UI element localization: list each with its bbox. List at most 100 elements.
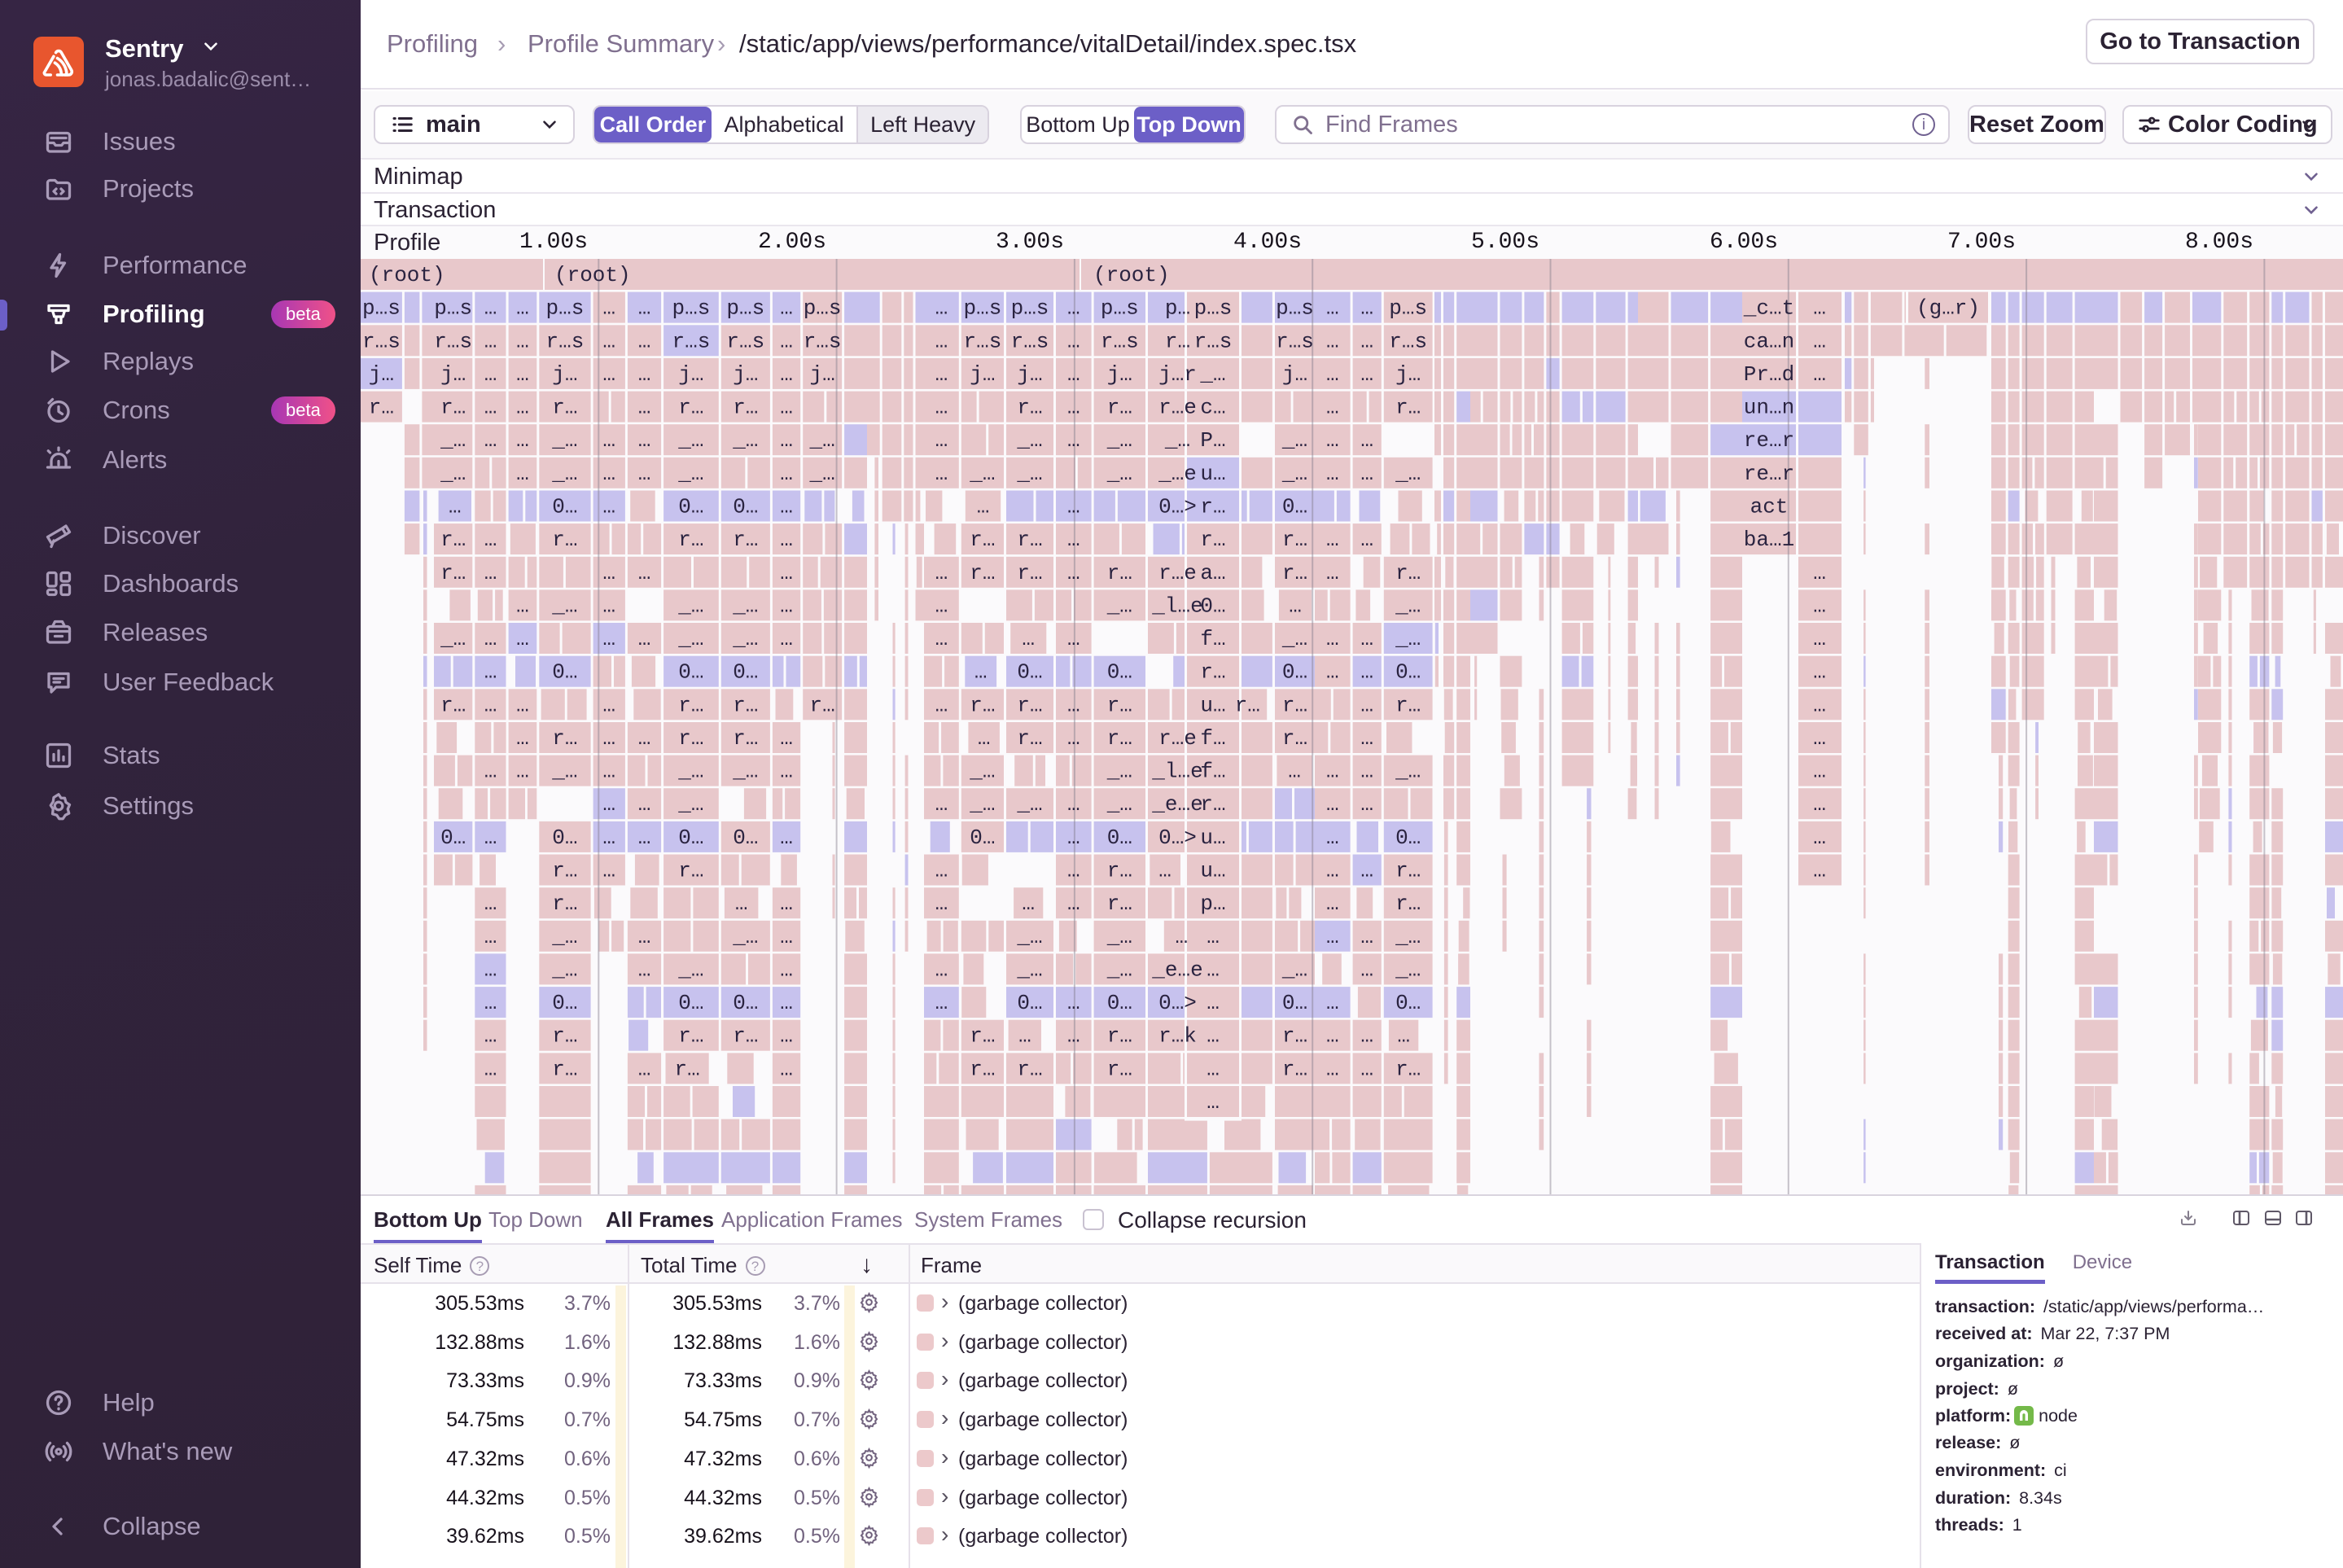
svg-text:…: …: [1326, 891, 1339, 916]
svg-text:…: …: [780, 593, 793, 618]
svg-text:…: …: [780, 726, 793, 751]
svg-text:j…: j…: [733, 362, 758, 387]
svg-text:_…: _…: [677, 593, 703, 618]
svg-text:r…: r…: [1200, 660, 1225, 685]
svg-text:r…: r…: [1282, 1057, 1307, 1081]
svg-text:j…r: j…r: [1158, 362, 1197, 387]
svg-text:…: …: [484, 362, 497, 387]
svg-text:0…: 0…: [1017, 991, 1042, 1015]
svg-text:r…: r…: [678, 726, 703, 751]
svg-text:_…: _…: [1395, 627, 1421, 651]
svg-text:…: …: [780, 428, 793, 453]
svg-text:r…: r…: [733, 1024, 758, 1049]
svg-text:r…: r…: [552, 396, 577, 420]
svg-text:…: …: [1360, 1024, 1373, 1049]
svg-text:…: …: [1360, 528, 1373, 552]
svg-text:…: …: [780, 957, 793, 982]
svg-text:0…: 0…: [1107, 660, 1132, 685]
svg-text:…: …: [1067, 561, 1080, 585]
svg-text:…: …: [1207, 991, 1220, 1015]
svg-text:0…: 0…: [733, 826, 758, 850]
svg-text:r…: r…: [678, 1024, 703, 1049]
svg-text:…: …: [1326, 925, 1339, 949]
svg-text:…: …: [1397, 1024, 1410, 1049]
svg-text:ba…1: ba…1: [1744, 528, 1794, 552]
svg-text:r…: r…: [1395, 859, 1421, 883]
svg-text:…: …: [1067, 396, 1080, 420]
svg-text:(root): (root): [369, 263, 445, 287]
svg-text:u…: u…: [1200, 859, 1225, 883]
svg-text:0…: 0…: [733, 495, 758, 519]
svg-text:0…: 0…: [678, 991, 703, 1015]
svg-text:…: …: [780, 826, 793, 850]
svg-text:…: …: [1813, 726, 1826, 751]
svg-text:…: …: [935, 991, 948, 1015]
svg-text:…: …: [602, 561, 615, 585]
svg-text:…: …: [1813, 760, 1826, 784]
svg-text:_…: _…: [732, 593, 758, 618]
svg-text:r…: r…: [970, 561, 995, 585]
svg-text:r…: r…: [1107, 561, 1132, 585]
svg-text:…: …: [484, 1024, 497, 1049]
svg-text:r…: r…: [1107, 859, 1132, 883]
svg-text:j…: j…: [809, 362, 834, 387]
svg-text:…: …: [638, 329, 651, 353]
svg-text:…: …: [1326, 428, 1339, 453]
svg-text:…: …: [484, 826, 497, 850]
svg-text:act: act: [1750, 495, 1789, 519]
svg-text:…: …: [935, 891, 948, 916]
svg-text:un…n: un…n: [1744, 396, 1794, 420]
svg-text:…: …: [484, 1057, 497, 1081]
svg-text:p…s: p…s: [1389, 296, 1427, 321]
svg-text:r…: r…: [970, 528, 995, 552]
svg-text:r…: r…: [733, 726, 758, 751]
svg-text:…: …: [1326, 859, 1339, 883]
svg-text:…: …: [935, 296, 948, 321]
svg-text:…: …: [1360, 428, 1373, 453]
svg-text:…: …: [602, 859, 615, 883]
svg-text:…: …: [935, 428, 948, 453]
svg-text:…: …: [1018, 1024, 1031, 1049]
svg-text:…: …: [602, 726, 615, 751]
svg-text:…: …: [1813, 693, 1826, 717]
svg-text:…: …: [638, 396, 651, 420]
svg-text:…: …: [484, 925, 497, 949]
svg-text:r…s: r…s: [1101, 329, 1139, 353]
svg-text:…: …: [1813, 362, 1826, 387]
svg-text:_…: _…: [969, 792, 995, 817]
svg-text:…: …: [1326, 362, 1339, 387]
svg-text:_…: _…: [1016, 462, 1042, 486]
svg-text:p…: p…: [1200, 891, 1225, 916]
svg-text:…: …: [935, 396, 948, 420]
svg-text:…: …: [1326, 396, 1339, 420]
svg-text:r…: r…: [1235, 693, 1260, 717]
svg-text:…: …: [1289, 593, 1302, 618]
svg-text:…: …: [638, 957, 651, 982]
svg-text:…: …: [1326, 1024, 1339, 1049]
svg-text:_…: _…: [551, 957, 577, 982]
svg-text:p…s: p…s: [362, 296, 401, 321]
svg-text:r…s: r…s: [1276, 329, 1314, 353]
svg-text:0…: 0…: [1107, 826, 1132, 850]
svg-text:_…: _…: [551, 593, 577, 618]
svg-text:…: …: [602, 462, 615, 486]
svg-text:…: …: [1207, 1024, 1220, 1049]
svg-text:…: …: [638, 792, 651, 817]
svg-text:p…s: p…s: [726, 296, 764, 321]
svg-text:…: …: [602, 495, 615, 519]
svg-text:p…s: p…s: [804, 296, 842, 321]
svg-text:…: …: [1067, 792, 1080, 817]
svg-text:…: …: [1067, 495, 1080, 519]
svg-text:_…: _…: [440, 462, 466, 486]
svg-text:…: …: [602, 593, 615, 618]
svg-text:r…: r…: [1282, 693, 1307, 717]
svg-text:p…s: p…s: [545, 296, 584, 321]
svg-text:0…: 0…: [1282, 495, 1307, 519]
svg-text:u…: u…: [1200, 462, 1225, 486]
svg-text:…: …: [1067, 891, 1080, 916]
svg-text:_…: _…: [1199, 362, 1225, 387]
svg-text:r…: r…: [1282, 561, 1307, 585]
svg-text:_…: _…: [1281, 462, 1307, 486]
svg-text:j…: j…: [678, 362, 703, 387]
svg-text:…: …: [602, 296, 615, 321]
